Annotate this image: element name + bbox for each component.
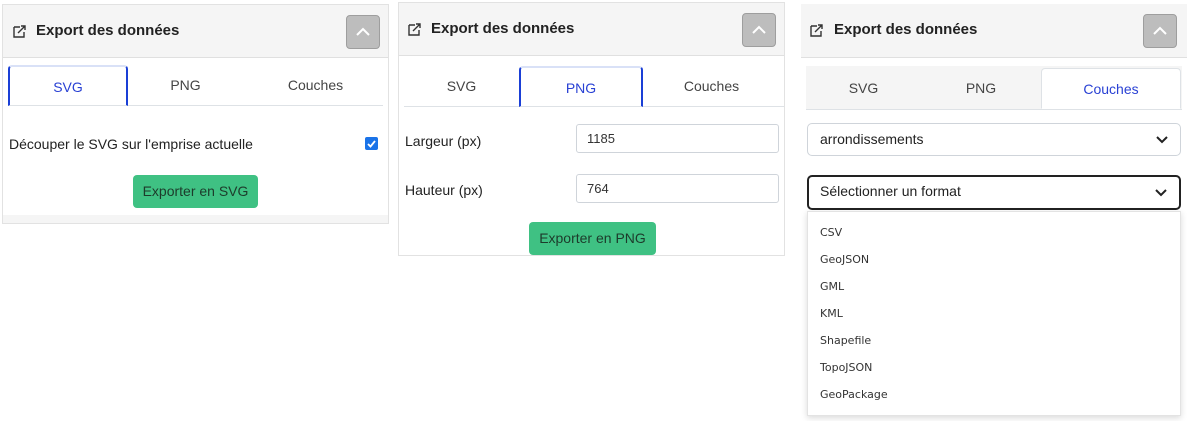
format-option-kml[interactable]: KML <box>820 307 843 320</box>
export-icon <box>408 23 421 36</box>
export-png-button[interactable]: Exporter en PNG <box>529 222 656 255</box>
chevron-up-icon <box>1153 26 1167 35</box>
clip-label: Découper le SVG sur l'emprise actuelle <box>9 136 253 152</box>
clip-checkbox[interactable] <box>365 137 378 150</box>
layer-select-value: arrondissements <box>820 131 924 147</box>
collapse-button[interactable] <box>742 13 776 47</box>
format-option-shapefile[interactable]: Shapefile <box>820 334 871 347</box>
tab-couches[interactable]: Couches <box>1041 68 1181 109</box>
tab-svg[interactable]: SVG <box>8 65 128 106</box>
export-icon <box>810 24 823 37</box>
check-icon <box>367 140 376 148</box>
export-panel-png: Export des données SVG PNG Couches Large… <box>398 2 785 256</box>
tab-bar: SVG PNG Couches <box>8 65 383 106</box>
tab-bar: SVG PNG Couches <box>806 66 1182 110</box>
format-option-gml[interactable]: GML <box>820 280 844 293</box>
panel-title: Export des données <box>36 22 180 39</box>
export-svg-button[interactable]: Exporter en SVG <box>133 175 258 208</box>
panel-body: SVG PNG Couches Largeur (px) 1185 Hauteu… <box>399 56 784 255</box>
panel-header: Export des données <box>801 4 1187 58</box>
format-select[interactable]: Sélectionner un format <box>807 175 1181 210</box>
panel-title: Export des données <box>834 21 978 38</box>
panel-body: SVG PNG Couches Découper le SVG sur l'em… <box>3 58 388 215</box>
tab-bar: SVG PNG Couches <box>404 66 784 107</box>
tab-couches[interactable]: Couches <box>649 66 774 106</box>
panel-header: Export des données <box>3 5 388 58</box>
format-option-geopackage[interactable]: GeoPackage <box>820 388 888 401</box>
panel-header: Export des données <box>399 3 784 56</box>
layer-select[interactable]: arrondissements <box>807 123 1181 156</box>
tab-png[interactable]: PNG <box>519 66 643 107</box>
tab-couches[interactable]: Couches <box>253 65 378 105</box>
tab-png[interactable]: PNG <box>128 65 243 105</box>
height-input[interactable]: 764 <box>576 174 779 203</box>
format-option-csv[interactable]: CSV <box>820 226 842 239</box>
export-panel-couches: Export des données SVG PNG Couches arron… <box>801 4 1187 421</box>
panel-title: Export des données <box>431 20 575 37</box>
height-label: Hauteur (px) <box>405 182 483 198</box>
width-label: Largeur (px) <box>405 133 482 149</box>
chevron-down-icon <box>1156 136 1168 144</box>
format-option-geojson[interactable]: GeoJSON <box>820 253 869 266</box>
format-dropdown: CSV GeoJSON GML KML Shapefile TopoJSON G… <box>807 211 1181 416</box>
chevron-down-icon <box>1155 189 1167 197</box>
chevron-up-icon <box>356 27 370 36</box>
export-panel-svg: Export des données SVG PNG Couches Décou… <box>2 4 389 224</box>
tab-svg[interactable]: SVG <box>404 66 519 106</box>
collapse-button[interactable] <box>1143 14 1177 48</box>
chevron-up-icon <box>752 25 766 34</box>
export-icon <box>13 25 26 38</box>
tab-svg[interactable]: SVG <box>806 68 921 108</box>
width-input[interactable]: 1185 <box>576 124 779 153</box>
format-option-topojson[interactable]: TopoJSON <box>820 361 872 374</box>
tab-png[interactable]: PNG <box>921 68 1041 108</box>
collapse-button[interactable] <box>346 15 380 49</box>
panel-body: SVG PNG Couches arrondissements Sélectio… <box>801 58 1187 421</box>
format-select-placeholder: Sélectionner un format <box>820 183 961 199</box>
